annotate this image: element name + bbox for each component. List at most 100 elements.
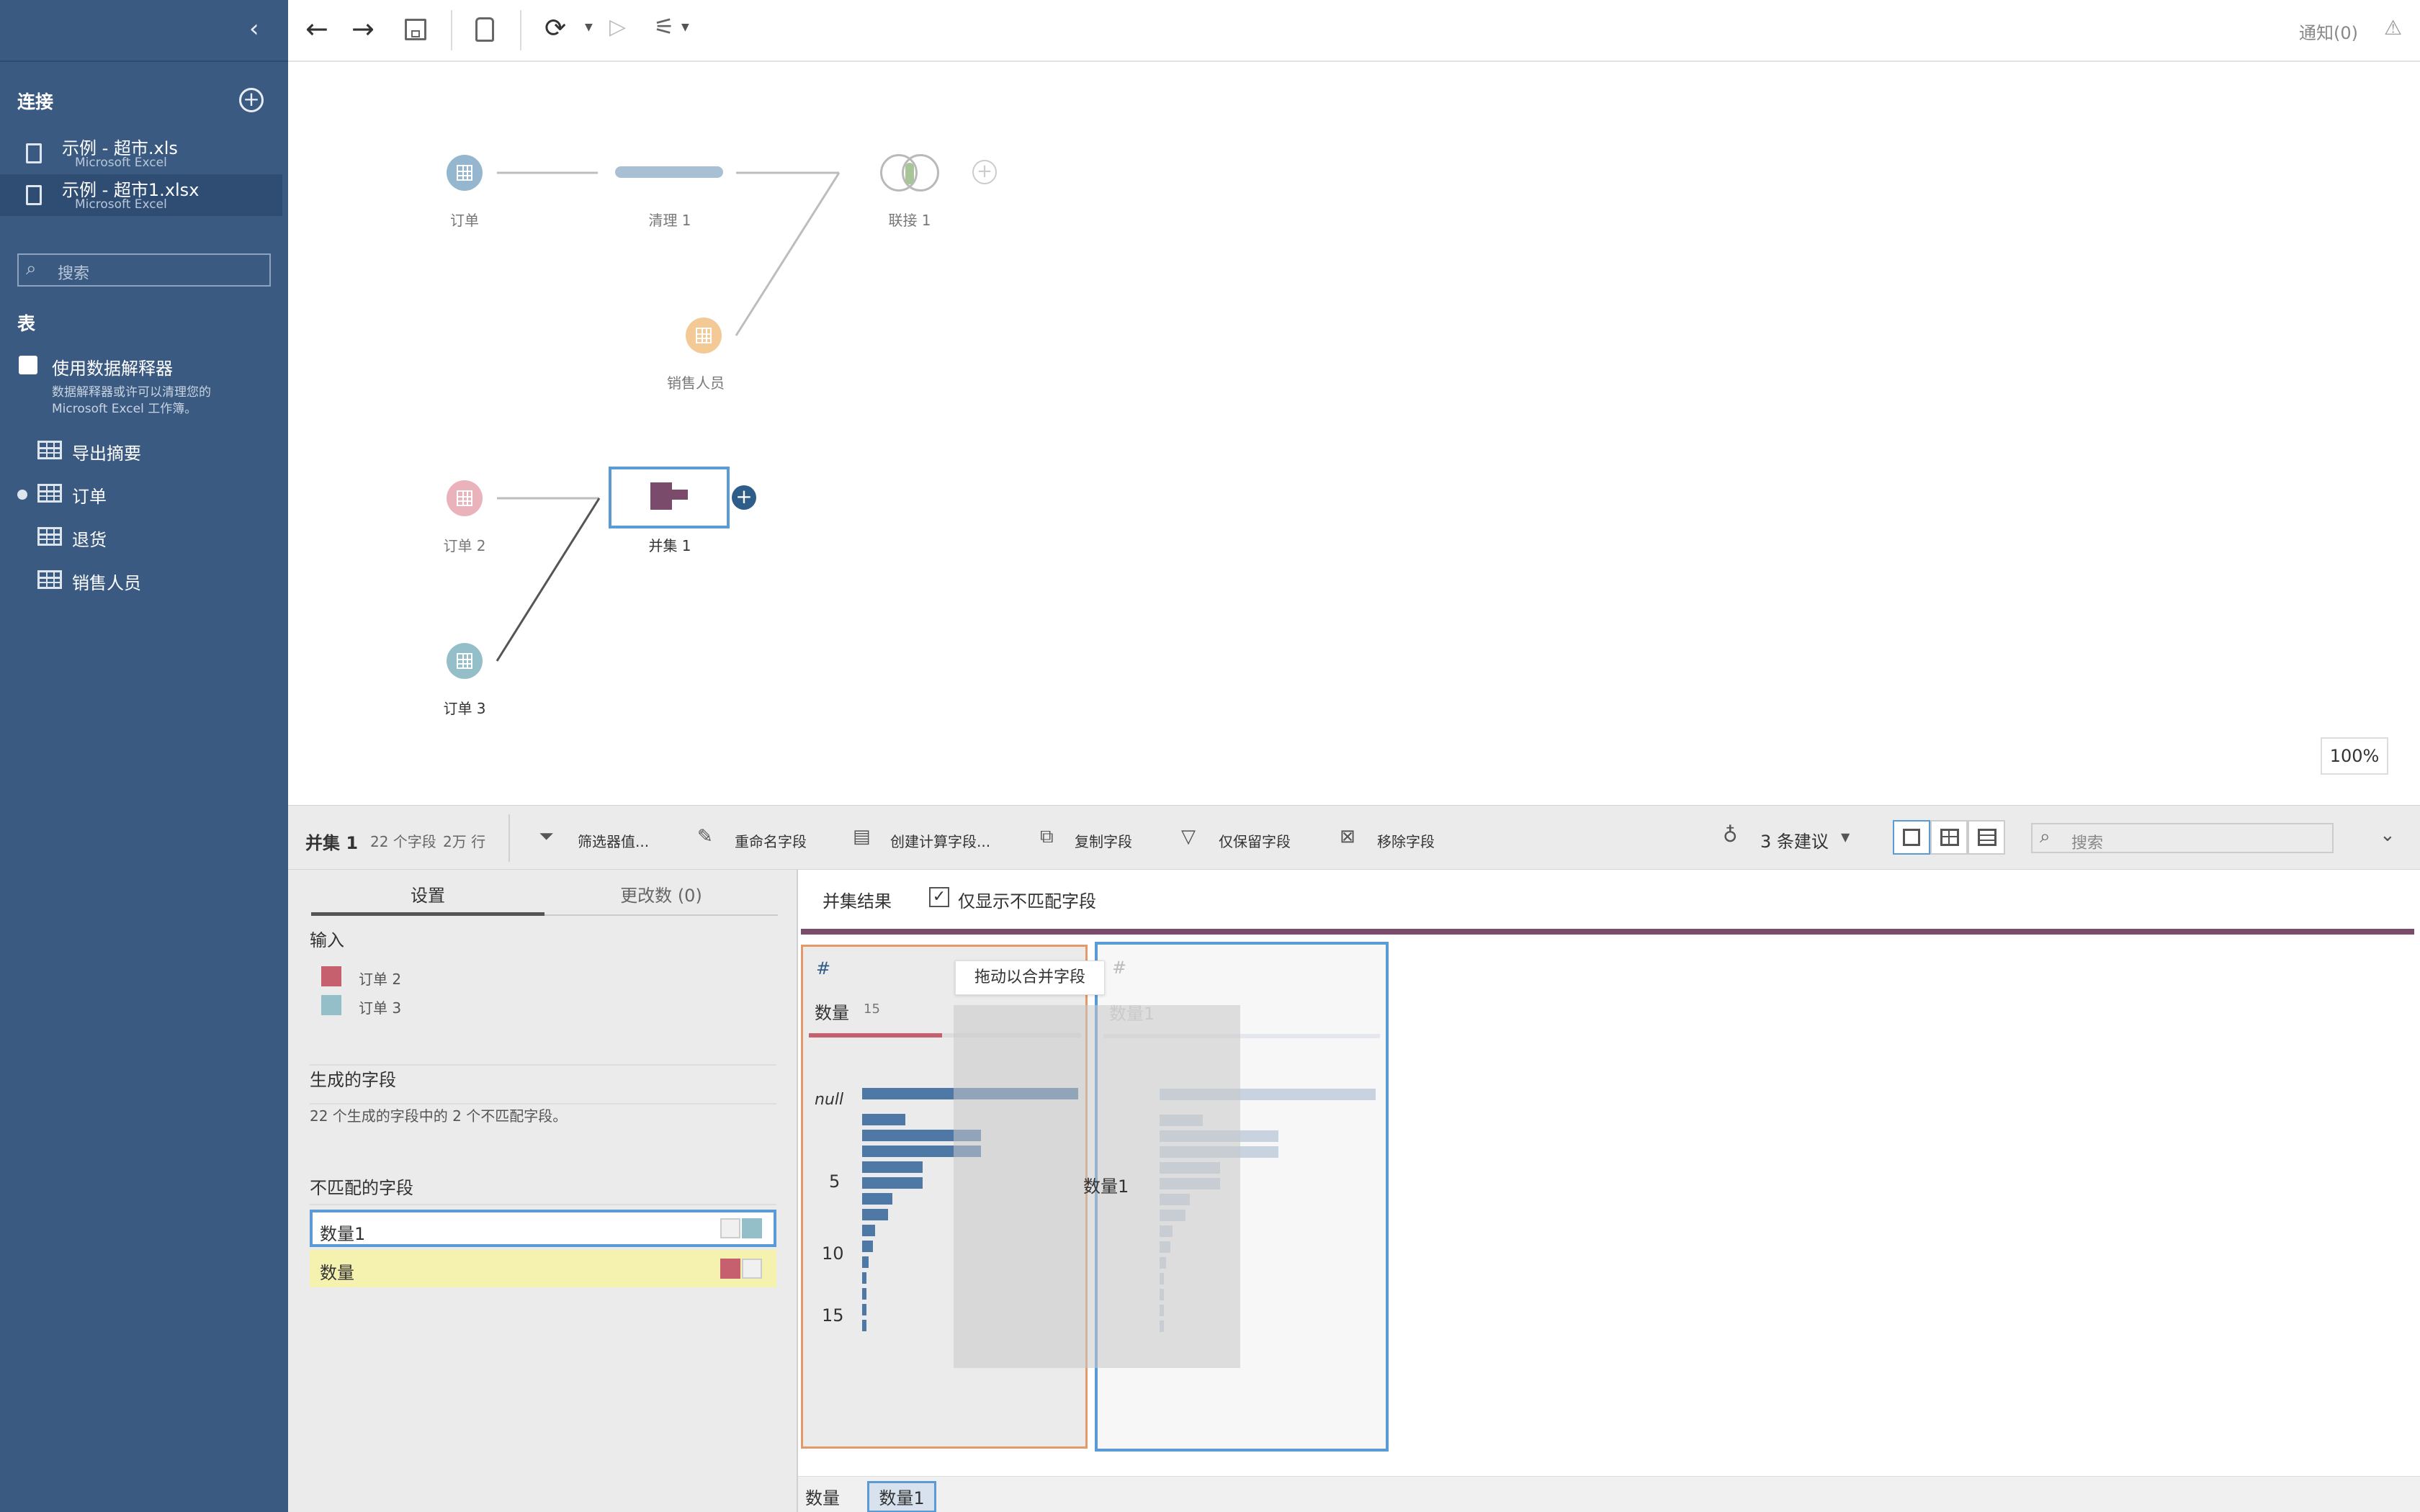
- forward-icon[interactable]: →: [351, 14, 375, 43]
- refresh-icon[interactable]: ⟳: [544, 14, 566, 43]
- chevron-down-icon[interactable]: ▼: [681, 22, 689, 33]
- connection-type: Microsoft Excel: [75, 197, 167, 212]
- node-orders[interactable]: [447, 155, 483, 191]
- node-salesperson[interactable]: [686, 318, 722, 354]
- table-name: 导出摘要: [72, 444, 141, 464]
- connection-item[interactable]: 示例 - 超市.xls Microsoft Excel: [0, 132, 282, 174]
- divider: [508, 814, 510, 862]
- rename-field-button[interactable]: ✎ 重命名字段: [697, 824, 820, 853]
- add-connection-button[interactable]: +: [239, 88, 264, 112]
- input-indicator: [720, 1218, 740, 1238]
- run-icon[interactable]: ▷: [609, 14, 626, 40]
- join-overlap: [905, 163, 914, 184]
- unmatched-field-name: 数量1: [320, 1224, 366, 1244]
- node-orders-2[interactable]: [447, 480, 483, 516]
- top-toolbar: ← → ⟳ ▼ ▷ ⚟ ▼ 通知(0) ⚠: [288, 0, 2420, 62]
- table-item[interactable]: 导出摘要: [0, 436, 288, 465]
- search-placeholder: 搜索: [58, 265, 90, 283]
- filter-values-button[interactable]: ⏷ 筛选器值...: [539, 824, 668, 853]
- chevron-left-icon[interactable]: ‹: [249, 14, 259, 43]
- histogram-bar[interactable]: [862, 1193, 892, 1205]
- node-union-selected[interactable]: [609, 467, 730, 528]
- suggestions-button[interactable]: ♁ 3 条建议 ▼: [1723, 822, 1860, 853]
- keep-icon: ▽: [1181, 826, 1196, 847]
- chevron-down-icon[interactable]: ⌄: [2380, 824, 2396, 846]
- connector: [496, 498, 601, 662]
- table-icon: [37, 441, 62, 459]
- histogram-bar[interactable]: [862, 1272, 866, 1284]
- histogram-bar[interactable]: [862, 1256, 869, 1268]
- create-calc-field-button[interactable]: ▤ 创建计算字段...: [853, 824, 1004, 853]
- tab-settings[interactable]: 设置: [311, 880, 544, 916]
- save-icon[interactable]: [405, 19, 426, 40]
- histogram-bar[interactable]: [862, 1114, 905, 1125]
- input-indicator: [742, 1259, 762, 1279]
- histogram-bar[interactable]: [862, 1161, 923, 1173]
- histogram-bar[interactable]: [862, 1320, 866, 1331]
- drag-ghost-label: 数量1: [1083, 1176, 1129, 1197]
- tab-quantity1[interactable]: 数量1: [867, 1481, 936, 1512]
- table-view-icon: [1940, 829, 1959, 846]
- tab-changes[interactable]: 更改数 (0): [544, 880, 778, 916]
- connection-item-selected[interactable]: 示例 - 超市1.xlsx Microsoft Excel: [0, 174, 282, 216]
- number-type-icon: #: [1112, 958, 1127, 978]
- node-orders-3[interactable]: [447, 643, 483, 679]
- bottom-tab-bar: 数量 数量1: [798, 1476, 2420, 1512]
- add-step-button[interactable]: +: [972, 160, 997, 184]
- table-icon: [37, 484, 62, 503]
- divider: [0, 60, 288, 62]
- field-search-input[interactable]: ⌕ 搜索: [2031, 823, 2334, 853]
- table-item[interactable]: 退货: [0, 523, 288, 552]
- search-input[interactable]: ⌕ 搜索: [17, 253, 271, 287]
- list-view-button[interactable]: [1968, 820, 2005, 855]
- table-item[interactable]: 销售人员: [0, 566, 288, 595]
- unmatched-field-row-selected[interactable]: 数量1: [310, 1210, 776, 1247]
- table-icon: [696, 328, 712, 343]
- action-label: 复制字段: [1075, 833, 1132, 850]
- histogram-bar[interactable]: [862, 1304, 866, 1315]
- action-label: 筛选器值...: [578, 833, 650, 850]
- data-source-icon[interactable]: [475, 17, 494, 42]
- step-toolbar: 并集 1 22 个字段 2万 行 ⏷ 筛选器值... ✎ 重命名字段 ▤ 创建计…: [288, 805, 2420, 870]
- flow-canvas: 订单 清理 1 联接 1 + 销售人员 订单 2 + 并集 1 订单 3 100…: [288, 63, 2420, 805]
- histogram-bar[interactable]: [862, 1177, 923, 1189]
- duplicate-field-button[interactable]: ⧉ 复制字段: [1040, 824, 1148, 853]
- input-color-swatch: [321, 966, 341, 986]
- settings-icon[interactable]: ⚟: [654, 13, 675, 40]
- notifications-button[interactable]: 通知(0): [2299, 19, 2358, 44]
- table-item[interactable]: 订单: [0, 480, 288, 508]
- node-label: 订单 3: [443, 700, 486, 717]
- lightbulb-icon: ♁: [1723, 823, 1738, 847]
- remove-field-button[interactable]: ⊠ 移除字段: [1340, 824, 1448, 853]
- histogram-bar[interactable]: [862, 1209, 888, 1220]
- input-indicator: [720, 1259, 740, 1279]
- results-panel: 并集结果 ✓ 仅显示不匹配字段 # 数量 15 null 5 10 15 # 数…: [798, 870, 2420, 1512]
- interpreter-desc: 数据解释器或许可以清理您的: [52, 385, 211, 400]
- chevron-down-icon[interactable]: ▼: [585, 22, 593, 33]
- interpreter-desc: Microsoft Excel 工作簿。: [52, 402, 197, 416]
- unmatched-field-name: 数量: [320, 1263, 354, 1283]
- node-label: 订单: [450, 212, 479, 229]
- table-view-button[interactable]: [1930, 820, 1968, 855]
- step-name: 并集 1: [305, 833, 359, 853]
- union-result-bar: [801, 929, 2414, 935]
- interpreter-label: 使用数据解释器: [52, 359, 173, 379]
- zoom-level[interactable]: 100%: [2321, 737, 2388, 775]
- row-count: 2万 行: [443, 833, 486, 850]
- keep-only-field-button[interactable]: ▽ 仅保留字段: [1181, 824, 1304, 853]
- suggestions-label: 3 条建议: [1760, 832, 1829, 852]
- warning-icon[interactable]: ⚠: [2384, 16, 2402, 40]
- add-step-button[interactable]: +: [732, 485, 756, 510]
- drag-ghost[interactable]: 数量1: [954, 1005, 1240, 1368]
- histogram-bar[interactable]: [862, 1241, 873, 1252]
- histogram-bar[interactable]: [862, 1225, 875, 1236]
- tab-quantity[interactable]: 数量: [805, 1484, 840, 1509]
- node-clean[interactable]: [615, 166, 723, 178]
- back-icon[interactable]: ←: [305, 14, 328, 43]
- interpreter-checkbox[interactable]: [19, 356, 37, 374]
- profile-view-button[interactable]: [1893, 820, 1930, 855]
- unmatched-field-row[interactable]: 数量: [310, 1250, 776, 1287]
- histogram-bar[interactable]: [862, 1288, 866, 1300]
- divider: [310, 1204, 776, 1205]
- show-unmatched-checkbox[interactable]: ✓: [929, 887, 949, 907]
